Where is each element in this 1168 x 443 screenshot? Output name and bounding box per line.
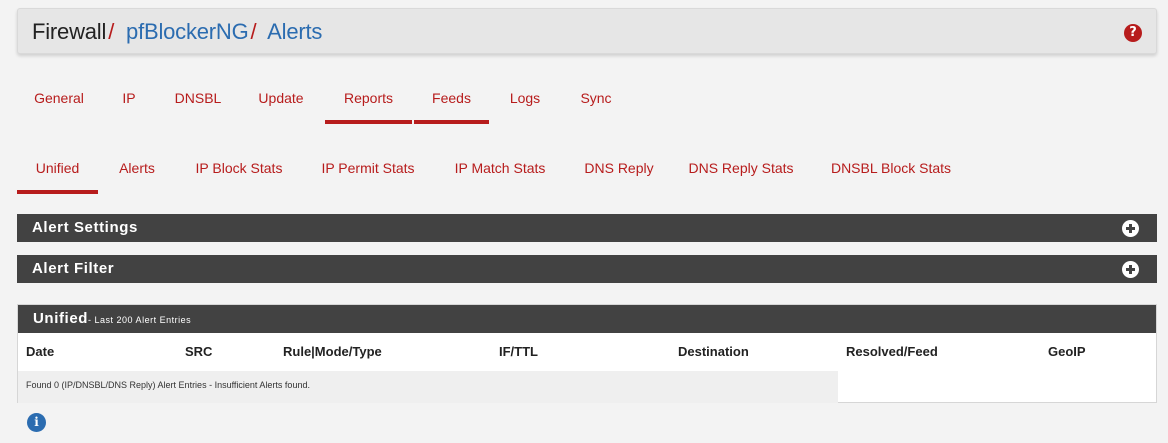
column-resolved-feed: Resolved/Feed (846, 344, 938, 359)
alert-filter-title: Alert Filter (32, 260, 115, 277)
page-header: Firewall/ pfBlockerNG/ Alerts ? (17, 8, 1157, 54)
tab-ip-match-stats[interactable]: IP Match Stats (447, 150, 553, 194)
column-src: SRC (185, 344, 213, 359)
breadcrumb-pfblockerng[interactable]: pfBlockerNG (126, 19, 249, 44)
tab-alerts[interactable]: Alerts (113, 150, 161, 194)
tab-reports[interactable]: Reports (325, 80, 412, 124)
breadcrumb: Firewall/ pfBlockerNG/ Alerts (32, 19, 322, 45)
tab-dns-reply-stats[interactable]: DNS Reply Stats (685, 150, 797, 194)
column-date: Date (26, 344, 55, 359)
tab-ip-block-stats[interactable]: IP Block Stats (189, 150, 289, 194)
unified-panel: Unified- Last 200 Alert Entries Date SRC… (17, 304, 1157, 403)
tab-feeds[interactable]: Feeds (414, 80, 489, 124)
tab-update[interactable]: Update (249, 80, 313, 124)
expand-alert-settings-icon[interactable] (1122, 220, 1139, 237)
tab-ip[interactable]: IP (113, 80, 145, 124)
tab-general[interactable]: General (17, 80, 101, 124)
breadcrumb-alerts[interactable]: Alerts (267, 19, 322, 44)
table-row: Found 0 (IP/DNSBL/DNS Reply) Alert Entri… (18, 371, 838, 403)
column-if-ttl: IF/TTL (499, 344, 538, 359)
tab-sync[interactable]: Sync (571, 80, 621, 124)
unified-title: Unified- Last 200 Alert Entries (33, 310, 191, 327)
tab-logs[interactable]: Logs (502, 80, 548, 124)
breadcrumb-separator: / (250, 19, 257, 44)
unified-title-text: Unified (33, 310, 89, 327)
tab-unified[interactable]: Unified (17, 150, 98, 194)
tab-dns-reply[interactable]: DNS Reply (580, 150, 658, 194)
tab-ip-permit-stats[interactable]: IP Permit Stats (315, 150, 421, 194)
tab-dnsbl-block-stats[interactable]: DNSBL Block Stats (825, 150, 957, 194)
help-icon[interactable]: ? (1124, 24, 1142, 42)
breadcrumb-separator: / (108, 19, 115, 44)
alert-settings-panel[interactable]: Alert Settings (17, 214, 1157, 242)
column-geoip: GeoIP (1048, 344, 1086, 359)
alert-filter-panel[interactable]: Alert Filter (17, 255, 1157, 283)
expand-alert-filter-icon[interactable] (1122, 261, 1139, 278)
column-rule-mode-type: Rule|Mode/Type (283, 344, 382, 359)
unified-subtitle: - Last 200 Alert Entries (88, 315, 192, 325)
tab-dnsbl[interactable]: DNSBL (165, 80, 231, 124)
column-destination: Destination (678, 344, 749, 359)
info-icon[interactable]: i (27, 413, 46, 432)
unified-header: Unified- Last 200 Alert Entries (18, 305, 1156, 333)
empty-message: Found 0 (IP/DNSBL/DNS Reply) Alert Entri… (26, 380, 310, 390)
breadcrumb-firewall: Firewall (32, 19, 107, 44)
alert-settings-title: Alert Settings (32, 219, 138, 236)
